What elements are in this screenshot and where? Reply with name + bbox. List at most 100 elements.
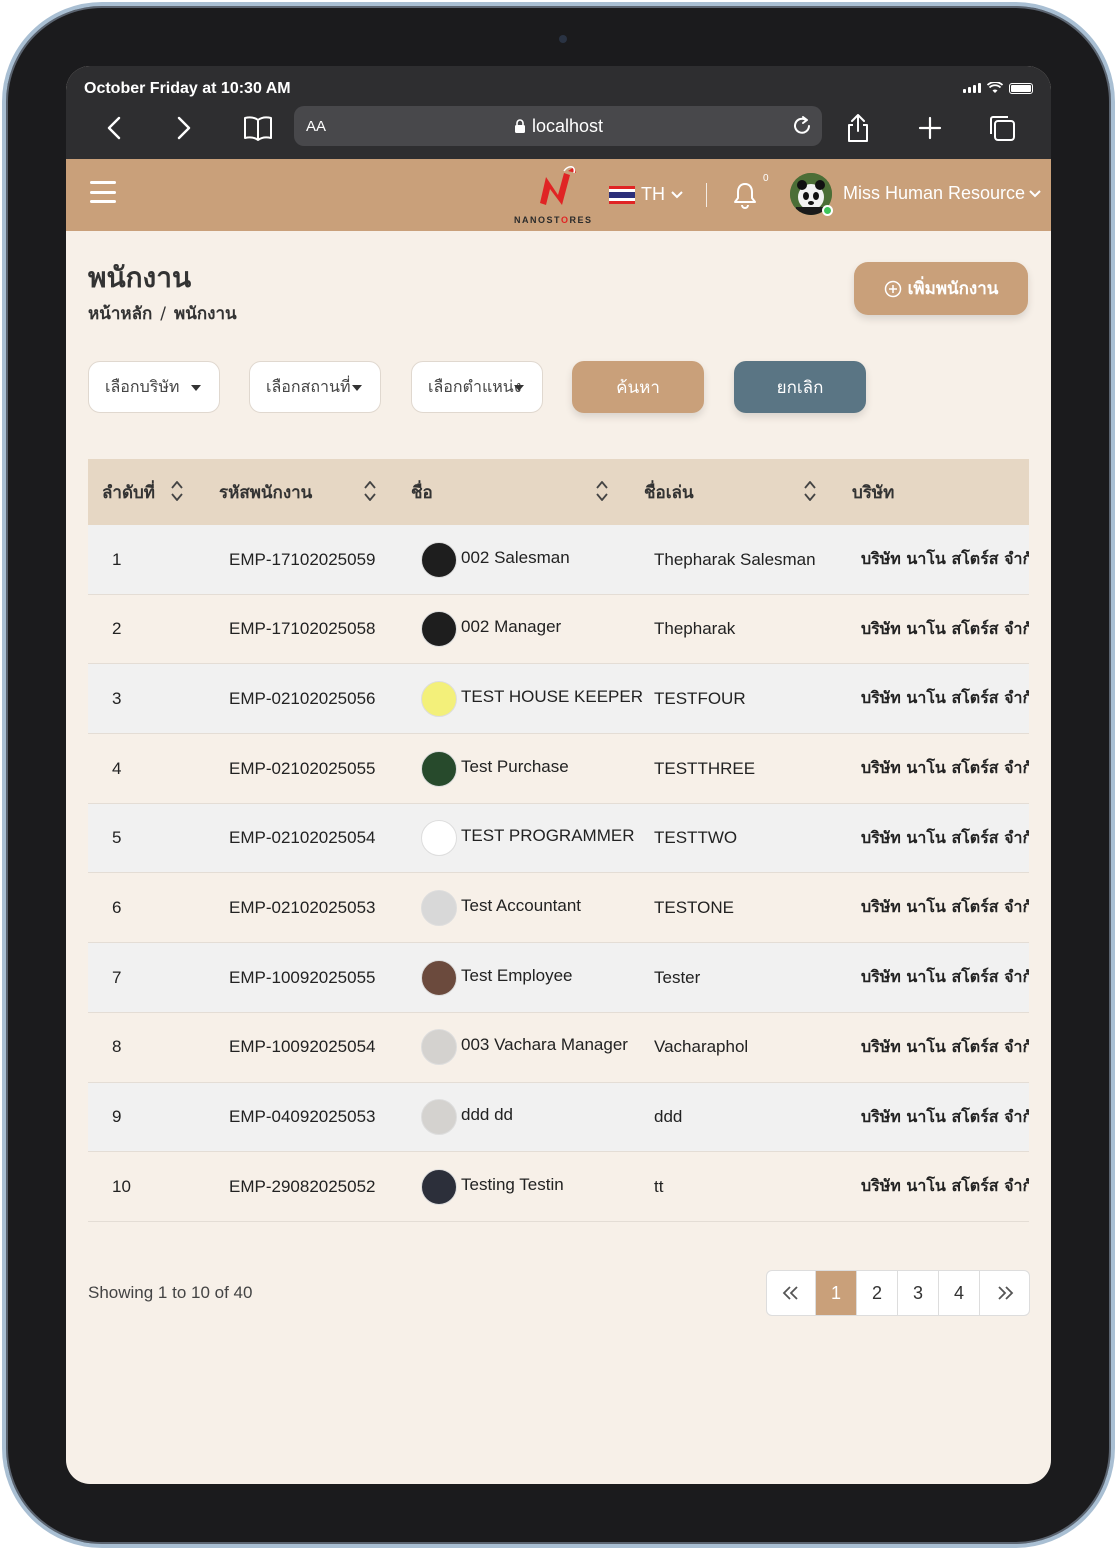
- employee-code: EMP-02102025054: [229, 828, 376, 848]
- pagination-info: Showing 1 to 10 of 40: [88, 1283, 253, 1302]
- employee-nickname: TESTTHREE: [654, 758, 756, 778]
- notification-button[interactable]: [732, 181, 758, 214]
- employee-code: EMP-02102025056: [229, 688, 376, 708]
- plus-icon: [918, 116, 942, 140]
- page-2-button[interactable]: 2: [857, 1271, 898, 1315]
- employee-name-cell: Test Employee: [421, 943, 573, 1012]
- caret-down-icon: [191, 385, 201, 391]
- employee-name: 002 Salesman: [461, 547, 570, 567]
- table-row[interactable]: 2 EMP-17102025058 002 Manager Thepharak บริษ…: [88, 594, 1029, 665]
- row-number: 5: [112, 828, 122, 848]
- employee-avatar: [421, 1168, 457, 1205]
- online-status-dot: [822, 205, 833, 216]
- table-body: 1 EMP-17102025059 002 Salesman Thepharak Sa…: [88, 525, 1029, 1222]
- header-name: ชื่อ: [411, 482, 433, 503]
- double-chevron-left-icon: [782, 1286, 798, 1300]
- employee-table: ลำดับที่ รหัสพนักงาน ชื่อ ชื่อเล่น บริษั…: [88, 459, 1029, 1222]
- first-page-button[interactable]: [767, 1271, 816, 1315]
- search-button[interactable]: ค้นหา: [572, 361, 704, 413]
- double-chevron-right-icon: [997, 1286, 1013, 1300]
- location-select[interactable]: เลือกสถานที่: [249, 361, 381, 413]
- table-row[interactable]: 8 EMP-10092025054 003 Vachara Manager Vacha…: [88, 1012, 1029, 1083]
- employee-avatar: [421, 680, 457, 717]
- employee-nickname: Thepharak Salesman: [654, 549, 816, 569]
- company-select-label: เลือกบริษัท: [105, 376, 180, 396]
- employee-company: บริษัท นาโน สโตร์ส จำกั: [861, 688, 1029, 708]
- employee-nickname: tt: [654, 1176, 664, 1196]
- table-row[interactable]: 5 EMP-02102025054 TEST PROGRAMMER TESTTWO บร…: [88, 803, 1029, 874]
- company-select[interactable]: เลือกบริษัท: [88, 361, 220, 413]
- employee-avatar: [421, 820, 457, 857]
- page-1-button[interactable]: 1: [816, 1271, 857, 1315]
- sort-icon[interactable]: [170, 479, 184, 503]
- header-nickname: ชื่อเล่น: [644, 482, 694, 503]
- header-code: รหัสพนักงาน: [219, 482, 313, 503]
- employee-company: บริษัท นาโน สโตร์ส จำกั: [861, 967, 1029, 987]
- row-number: 9: [112, 1107, 122, 1126]
- tabs-button[interactable]: [984, 110, 1020, 146]
- user-menu[interactable]: Miss Human Resource: [843, 183, 1041, 204]
- employee-nickname: Vacharaphol: [654, 1037, 749, 1057]
- address-bar[interactable]: AA localhost: [294, 106, 822, 146]
- table-row[interactable]: 9 EMP-04092025053 ddd dd ddd บริษัท นาโน สโต…: [88, 1082, 1029, 1153]
- breadcrumb-home[interactable]: หน้าหลัก: [88, 304, 152, 324]
- forward-button[interactable]: [166, 110, 202, 146]
- employee-name-cell: ddd dd: [421, 1083, 513, 1152]
- row-number: 7: [112, 967, 122, 987]
- bell-icon: [734, 183, 756, 209]
- employee-company: บริษัท นาโน สโตร์ส จำกั: [861, 758, 1029, 778]
- row-number: 1: [112, 549, 122, 569]
- table-row[interactable]: 1 EMP-17102025059 002 Salesman Thepharak Sa…: [88, 525, 1029, 595]
- last-page-button[interactable]: [980, 1271, 1029, 1315]
- back-button[interactable]: [96, 110, 132, 146]
- language-selector[interactable]: TH: [609, 184, 683, 205]
- reload-icon: [794, 116, 810, 134]
- employee-code: EMP-17102025059: [229, 549, 376, 569]
- employee-nickname: Thepharak: [654, 619, 736, 639]
- sort-icon[interactable]: [595, 479, 609, 503]
- battery-icon: [1009, 82, 1033, 94]
- caret-down-icon: [352, 385, 362, 391]
- cellular-icon: [963, 83, 981, 93]
- page-3-button[interactable]: 3: [898, 1271, 939, 1315]
- employee-company: บริษัท นาโน สโตร์ส จำกั: [861, 827, 1029, 847]
- page-4-button[interactable]: 4: [939, 1271, 980, 1315]
- menu-icon[interactable]: [90, 181, 116, 203]
- new-tab-button[interactable]: [912, 110, 948, 146]
- table-row[interactable]: 7 EMP-10092025055 Test Employee Tester บริษั…: [88, 943, 1029, 1013]
- table-row[interactable]: 10 EMP-29082025052 Testing Testin tt บริษัท …: [88, 1152, 1029, 1222]
- pagination: 1 2 3 4: [766, 1270, 1030, 1316]
- table-row[interactable]: 6 EMP-02102025053 Test Accountant TESTONE บร…: [88, 873, 1029, 944]
- employee-nickname: TESTFOUR: [654, 688, 746, 708]
- employee-name: 002 Manager: [461, 617, 562, 637]
- reload-button[interactable]: [790, 114, 814, 143]
- status-time: October Friday at 10:30 AM: [84, 80, 291, 97]
- header-no: ลำดับที่: [102, 482, 156, 503]
- sort-icon[interactable]: [803, 479, 817, 503]
- text-size-button[interactable]: AA: [306, 118, 326, 135]
- header-company: บริษัท: [852, 482, 895, 503]
- row-number: 8: [112, 1037, 122, 1057]
- table-row[interactable]: 4 EMP-02102025055 Test Purchase TESTTHREE บร…: [88, 734, 1029, 804]
- tabs-icon: [990, 116, 1015, 141]
- employee-company: บริษัท นาโน สโตร์ส จำกั: [861, 1106, 1029, 1126]
- location-select-label: เลือกสถานที่: [266, 376, 351, 396]
- position-select[interactable]: เลือกตำแหน่ง: [411, 361, 543, 413]
- app-header: NANOSTORES TH 0 Miss Human Resource: [66, 159, 1051, 231]
- url-text: localhost: [532, 116, 604, 136]
- employee-avatar: [421, 611, 457, 648]
- employee-code: EMP-29082025052: [229, 1176, 376, 1196]
- share-button[interactable]: [840, 110, 876, 146]
- bookmarks-button[interactable]: [240, 110, 276, 146]
- logo-text: NANOSTORES: [514, 215, 593, 225]
- chevron-down-icon: [671, 190, 683, 198]
- status-icons: [963, 82, 1033, 94]
- sort-icon[interactable]: [363, 479, 377, 503]
- plus-circle-icon: [884, 280, 901, 297]
- employee-company: บริษัท นาโน สโตร์ส จำกั: [861, 618, 1029, 638]
- employee-name-cell: Test Purchase: [421, 734, 569, 803]
- table-row[interactable]: 3 EMP-02102025056 TEST HOUSE KEEPER TESTFOU…: [88, 664, 1029, 735]
- wifi-icon: [987, 82, 1003, 93]
- cancel-button[interactable]: ยกเลิก: [734, 361, 866, 413]
- add-employee-button[interactable]: เพิ่มพนักงาน: [854, 262, 1028, 315]
